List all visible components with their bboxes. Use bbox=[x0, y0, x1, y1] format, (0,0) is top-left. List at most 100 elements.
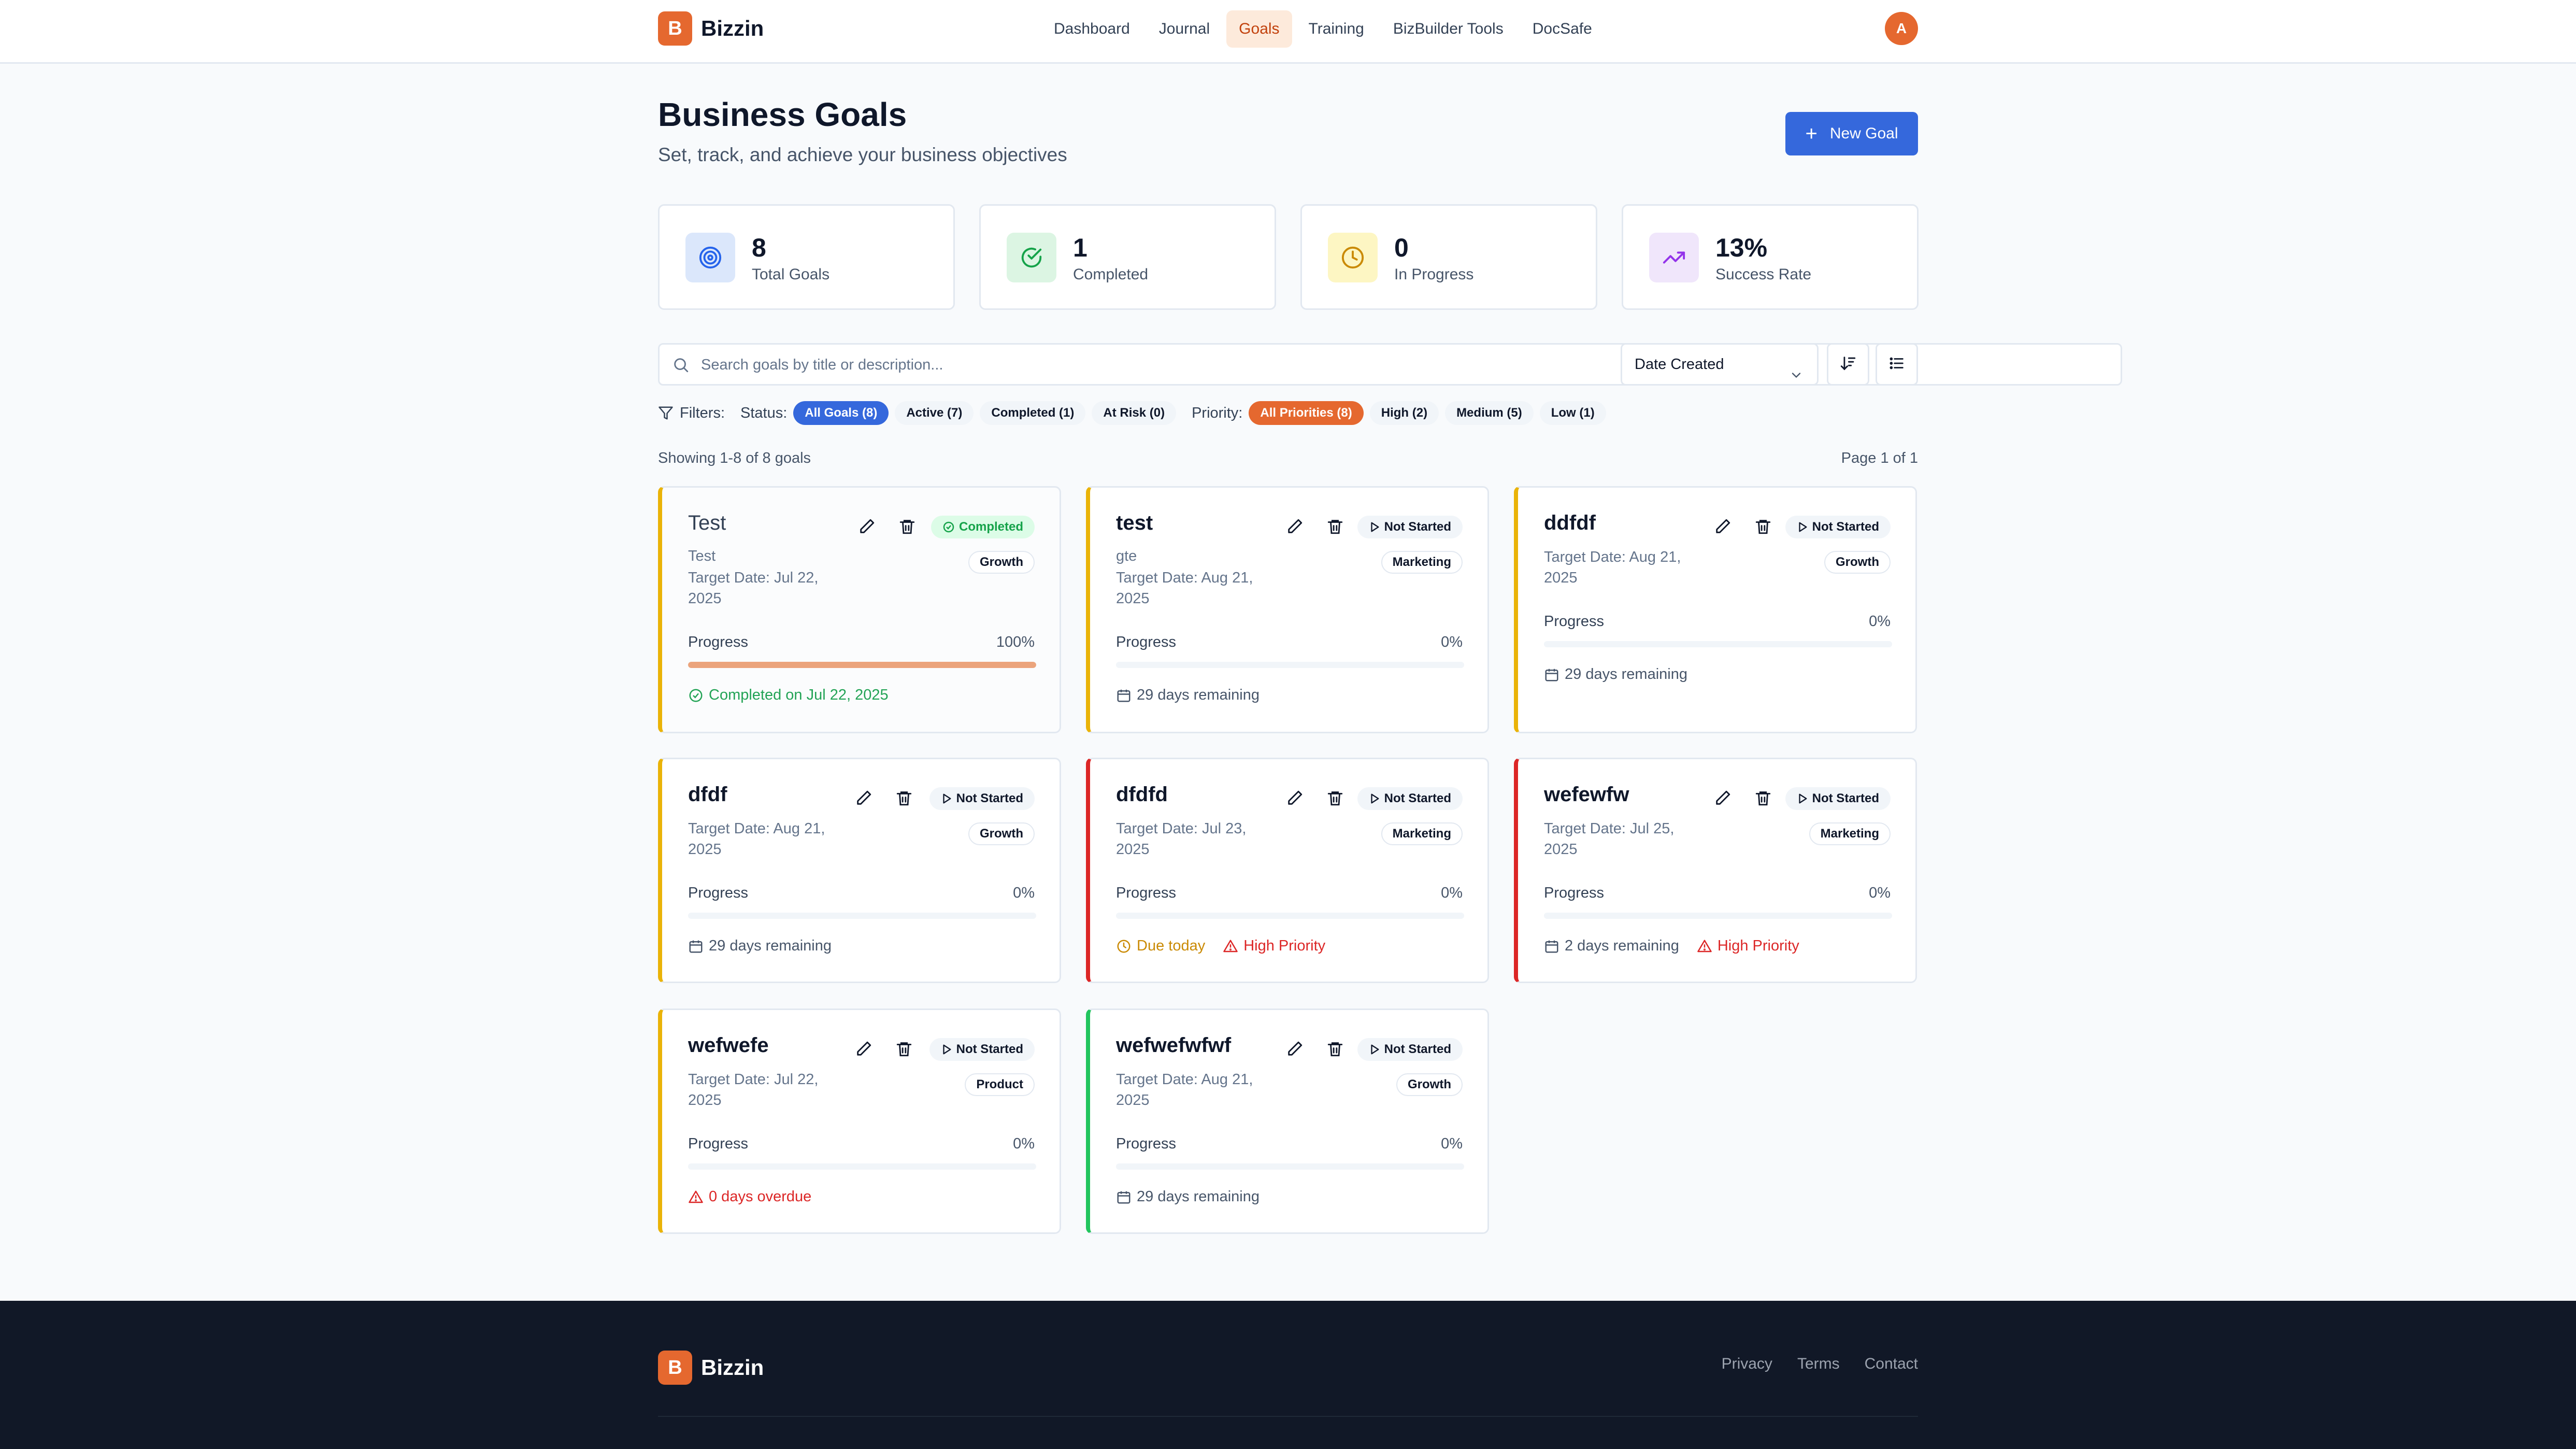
progress-fill bbox=[688, 662, 1036, 668]
days-remaining-text: 2 days remaining bbox=[1565, 937, 1679, 954]
due-text: Due today bbox=[1137, 937, 1206, 954]
days-remaining: 2 days remaining bbox=[1544, 937, 1679, 955]
edit-icon[interactable] bbox=[1286, 518, 1304, 538]
sort-order-button[interactable] bbox=[1827, 343, 1869, 386]
nav-item-bizbuilder-tools[interactable]: BizBuilder Tools bbox=[1381, 10, 1516, 48]
goal-target-date: Target Date: Jul 25, 2025 bbox=[1544, 820, 1675, 858]
filter-chip-priority-high[interactable]: High (2) bbox=[1369, 401, 1439, 425]
goal-description: Test bbox=[688, 548, 716, 564]
trash-icon[interactable] bbox=[1754, 518, 1772, 538]
goal-card[interactable]: wefwefe Not Started Product Target Date:… bbox=[658, 1008, 1061, 1234]
status-badge: Not Started bbox=[1357, 787, 1463, 810]
trash-icon[interactable] bbox=[1326, 1040, 1344, 1060]
trash-icon[interactable] bbox=[1326, 789, 1344, 809]
goal-target-date: Target Date: Aug 21, 2025 bbox=[1544, 549, 1681, 586]
trash-icon[interactable] bbox=[895, 789, 913, 809]
priority-filter-label: Priority: bbox=[1192, 404, 1243, 421]
stat-card-total-goals: 8 Total Goals bbox=[658, 204, 955, 310]
filter-chip-priority-all[interactable]: All Priorities (8) bbox=[1249, 401, 1364, 425]
progress-percent: 0% bbox=[1441, 634, 1463, 650]
goal-footer: 29 days remaining bbox=[1544, 666, 1705, 683]
trash-icon[interactable] bbox=[895, 1040, 913, 1060]
stat-card-completed: 1 Completed bbox=[979, 204, 1276, 310]
footer-link-privacy[interactable]: Privacy bbox=[1722, 1355, 1772, 1373]
filter-chip-status-active[interactable]: Active (7) bbox=[895, 401, 974, 425]
stat-value: 0 bbox=[1394, 233, 1409, 262]
status-text: Not Started bbox=[956, 1042, 1023, 1056]
sort-by-select[interactable]: Date Created bbox=[1621, 343, 1819, 386]
trash-icon[interactable] bbox=[1326, 518, 1344, 538]
goal-card[interactable]: wefwefwfwf Not Started Growth Target Dat… bbox=[1086, 1008, 1489, 1234]
progress-label: Progress bbox=[1116, 634, 1177, 650]
edit-icon[interactable] bbox=[1286, 1040, 1304, 1060]
category-badge: Marketing bbox=[1381, 822, 1463, 845]
stat-label: Completed bbox=[1073, 266, 1149, 283]
days-remaining-text: 29 days remaining bbox=[709, 937, 832, 954]
nav-item-dashboard[interactable]: Dashboard bbox=[1041, 10, 1142, 48]
filter-chip-priority-medium[interactable]: Medium (5) bbox=[1445, 401, 1534, 425]
status-badge: Not Started bbox=[1357, 516, 1463, 538]
app-name: Bizzin bbox=[701, 1355, 764, 1380]
goal-footer: 29 days remaining bbox=[688, 937, 849, 955]
progress-label: Progress bbox=[1116, 1135, 1177, 1152]
warning-icon bbox=[1223, 940, 1238, 952]
progress-bar bbox=[1116, 662, 1464, 668]
goal-card[interactable]: ddfdf Not Started Growth Target Date: Au… bbox=[1514, 486, 1917, 733]
priority-text: High Priority bbox=[1243, 937, 1326, 954]
edit-icon[interactable] bbox=[1714, 789, 1731, 809]
status-badge: Not Started bbox=[929, 1038, 1035, 1061]
list-view-button[interactable] bbox=[1876, 343, 1918, 386]
calendar-icon bbox=[689, 940, 703, 953]
category-badge: Growth bbox=[968, 551, 1035, 574]
edit-icon[interactable] bbox=[1286, 789, 1304, 809]
footer-link-contact[interactable]: Contact bbox=[1865, 1355, 1918, 1373]
goal-card[interactable]: test Not Started Marketing gte Target Da… bbox=[1086, 486, 1489, 733]
days-remaining: 29 days remaining bbox=[688, 937, 832, 955]
footer-brand[interactable]: B Bizzin bbox=[658, 1351, 764, 1385]
status-badge: Not Started bbox=[1357, 1038, 1463, 1061]
goal-title: wefwefe bbox=[688, 1034, 769, 1057]
goal-card[interactable]: dfdfd Not Started Marketing Target Date:… bbox=[1086, 758, 1489, 983]
progress-percent: 0% bbox=[1013, 885, 1035, 901]
goal-card[interactable]: Test Completed Growth Test Target Date: … bbox=[658, 486, 1061, 733]
filter-chip-priority-low[interactable]: Low (1) bbox=[1539, 401, 1606, 425]
progress-label: Progress bbox=[688, 634, 749, 650]
sort-selected-value: Date Created bbox=[1635, 356, 1724, 373]
edit-icon[interactable] bbox=[855, 789, 872, 809]
footer-link-terms[interactable]: Terms bbox=[1797, 1355, 1840, 1373]
nav-item-goals[interactable]: Goals bbox=[1226, 10, 1292, 48]
progress-bar bbox=[1116, 913, 1464, 919]
page-title: Business Goals bbox=[658, 96, 907, 133]
nav-item-training[interactable]: Training bbox=[1296, 10, 1377, 48]
trash-icon[interactable] bbox=[1754, 789, 1772, 809]
nav-item-journal[interactable]: Journal bbox=[1147, 10, 1222, 48]
brand-logo-link[interactable]: B Bizzin bbox=[658, 11, 764, 46]
sort-descending-icon bbox=[1839, 354, 1857, 375]
days-remaining: 29 days remaining bbox=[1116, 687, 1260, 704]
category-badge: Growth bbox=[1396, 1073, 1463, 1096]
logo-mark: B bbox=[658, 1351, 692, 1385]
goal-card[interactable]: wefewfw Not Started Marketing Target Dat… bbox=[1514, 758, 1917, 983]
new-goal-button[interactable]: + New Goal bbox=[1785, 112, 1918, 155]
filter-chip-status-completed[interactable]: Completed (1) bbox=[980, 401, 1086, 425]
user-avatar[interactable]: A bbox=[1885, 12, 1918, 45]
footer-links: Privacy Terms Contact bbox=[1697, 1355, 1918, 1373]
stat-value: 8 bbox=[752, 233, 766, 262]
overdue-flag: 0 days overdue bbox=[688, 1188, 811, 1205]
edit-icon[interactable] bbox=[858, 518, 876, 538]
days-remaining: 29 days remaining bbox=[1544, 666, 1687, 683]
goal-card[interactable]: dfdf Not Started Growth Target Date: Aug… bbox=[658, 758, 1061, 983]
nav-item-docsafe[interactable]: DocSafe bbox=[1520, 10, 1605, 48]
edit-icon[interactable] bbox=[1714, 518, 1731, 538]
category-badge: Product bbox=[965, 1073, 1035, 1096]
goal-footer: 29 days remaining bbox=[1116, 687, 1277, 704]
status-text: Not Started bbox=[1812, 520, 1879, 534]
stat-value: 13% bbox=[1715, 233, 1768, 262]
target-icon bbox=[685, 233, 735, 282]
edit-icon[interactable] bbox=[855, 1040, 872, 1060]
trash-icon[interactable] bbox=[898, 518, 916, 538]
status-text: Not Started bbox=[1384, 520, 1451, 534]
progress-bar bbox=[1544, 913, 1892, 919]
filter-chip-status-all[interactable]: All Goals (8) bbox=[793, 401, 889, 425]
filter-chip-status-at-risk[interactable]: At Risk (0) bbox=[1092, 401, 1177, 425]
